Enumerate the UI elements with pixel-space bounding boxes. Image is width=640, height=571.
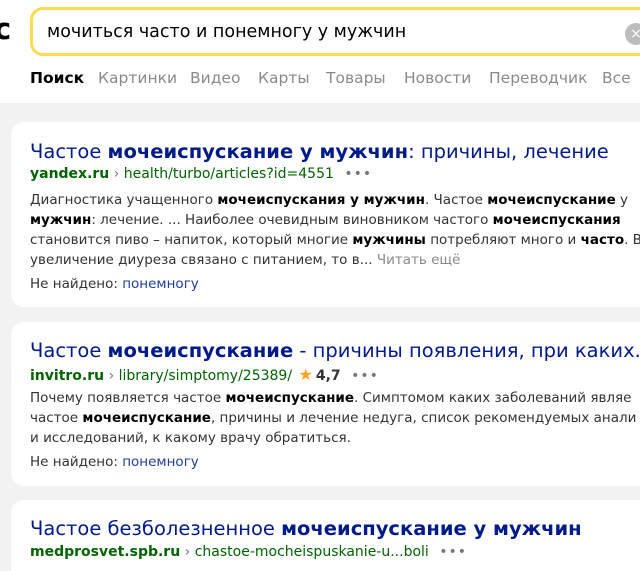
read-more-link[interactable]: Читать ещё — [377, 252, 461, 268]
snippet-line: и исследований, к какому врачу обратитьс… — [30, 430, 351, 446]
search-input[interactable]: мочиться часто и понемногу у мужчин — [47, 22, 406, 42]
result-path-link[interactable]: library/simptomy/25389/ — [119, 368, 292, 384]
search-box[interactable]: мочиться часто и понемногу у мужчин × — [30, 7, 640, 56]
result-path-link[interactable]: chastoe-mocheispuskanie-u...boli — [195, 544, 429, 560]
tab-translator[interactable]: Переводчик — [489, 69, 588, 87]
result-path-link[interactable]: health/turbo/articles?id=4551 — [124, 166, 334, 182]
snippet-line: частое мочеиспускание, причины и лечение… — [30, 410, 637, 426]
result-domain-link[interactable]: medprosvet.spb.ru — [30, 544, 180, 560]
not-found-word-link[interactable]: понемногу — [122, 454, 199, 470]
result-title-link[interactable]: Частое мочеиспускание у мужчин: причины,… — [30, 140, 609, 163]
search-result-card: Частое мочеиспускание - причины появлени… — [11, 322, 640, 486]
result-title-link[interactable]: Частое мочеиспускание - причины появлени… — [30, 339, 640, 362]
search-result-card: Частое мочеиспускание у мужчин: причины,… — [11, 122, 640, 307]
result-title-link[interactable]: Частое безболезненное мочеиспускание у м… — [30, 517, 582, 540]
tab-images[interactable]: Картинки — [98, 69, 177, 87]
result-domain-link[interactable]: invitro.ru — [30, 368, 104, 384]
breadcrumb-separator: › — [108, 368, 115, 384]
snippet-line: увеличение диуреза связано с питанием, т… — [30, 252, 461, 268]
snippet-line: Почему появляется частое мочеиспускание.… — [30, 390, 632, 406]
header: c мочиться часто и понемногу у мужчин × … — [0, 0, 640, 103]
breadcrumb-separator: › — [113, 166, 120, 182]
snippet-line: мужчин: лечение. ... Наиболее очевидным … — [30, 212, 621, 228]
result-domain-link[interactable]: yandex.ru — [30, 166, 109, 182]
tab-maps[interactable]: Карты — [258, 69, 310, 87]
not-found-note: Не найдено: понемногу — [30, 276, 199, 292]
not-found-note: Не найдено: понемногу — [30, 454, 199, 470]
breadcrumb-separator: › — [184, 544, 191, 560]
result-url: yandex.ru › health/turbo/articles?id=455… — [30, 166, 372, 182]
tab-products[interactable]: Товары — [326, 69, 386, 87]
tab-search[interactable]: Поиск — [30, 69, 84, 87]
snippet-line: Диагностика учащенного мочеиспускания у … — [30, 192, 629, 208]
more-options-icon[interactable]: ••• — [344, 166, 372, 182]
more-options-icon[interactable]: ••• — [351, 368, 379, 384]
more-options-icon[interactable]: ••• — [439, 544, 467, 560]
search-result-card: Частое безболезненное мочеиспускание у м… — [11, 500, 640, 571]
result-url: invitro.ru › library/simptomy/25389/ ★ 4,… — [30, 365, 379, 384]
tab-news[interactable]: Новости — [404, 69, 471, 87]
tab-video[interactable]: Видео — [190, 69, 240, 87]
clear-icon[interactable]: × — [625, 23, 640, 45]
yandex-logo[interactable]: c — [0, 12, 11, 46]
tab-all[interactable]: Все — [602, 69, 631, 87]
result-url: medprosvet.spb.ru › chastoe-mocheispuska… — [30, 544, 467, 560]
star-icon: ★ — [298, 365, 313, 384]
not-found-word-link[interactable]: понемногу — [122, 276, 199, 292]
snippet-line: становится пиво – напиток, который многи… — [30, 232, 640, 248]
rating-value: 4,7 — [315, 368, 341, 384]
